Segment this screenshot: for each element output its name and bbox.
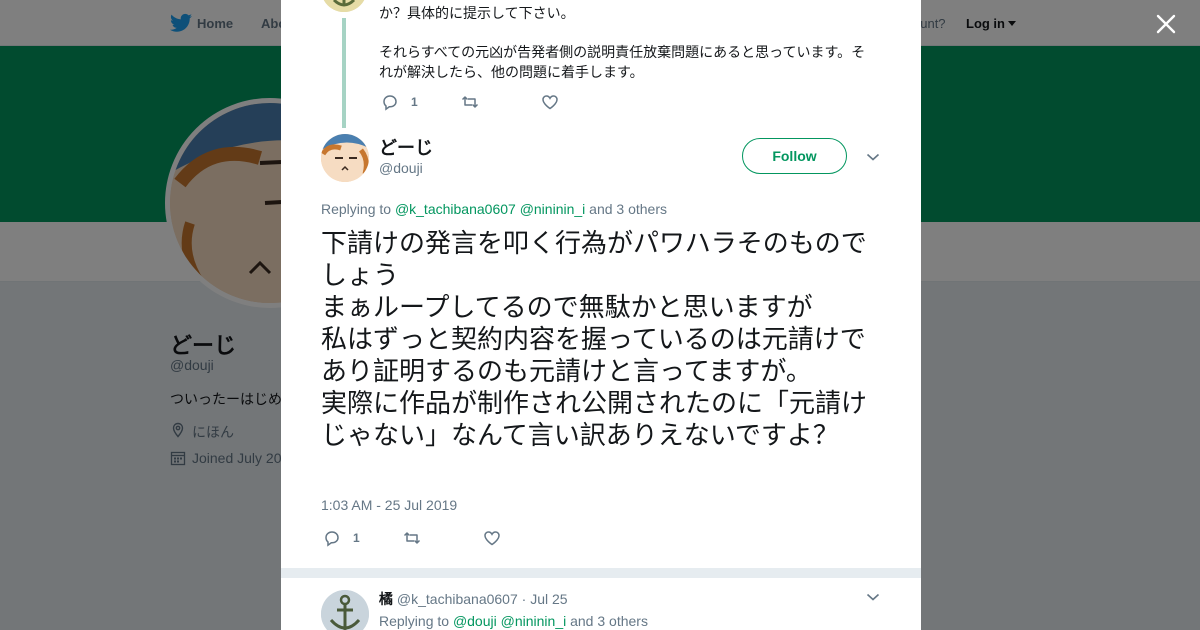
- follow-button[interactable]: Follow: [742, 138, 847, 174]
- retweet-icon: [403, 532, 421, 544]
- replies-divider: [281, 568, 921, 578]
- previous-tweet-text-line1: か？具体的に提示して下さい。: [379, 6, 575, 22]
- like-icon: [484, 531, 500, 546]
- mention-link[interactable]: @k_tachibana0607: [395, 201, 516, 217]
- retweet-button[interactable]: [403, 528, 421, 548]
- reply-tweet-display-name[interactable]: 橘: [379, 592, 393, 608]
- previous-tweet-avatar[interactable]: [321, 0, 367, 12]
- like-button[interactable]: [541, 92, 559, 112]
- like-icon: [542, 95, 558, 110]
- chevron-down-icon[interactable]: [866, 592, 880, 602]
- reply-button[interactable]: 1: [381, 92, 418, 112]
- mention-link[interactable]: @douji: [453, 613, 497, 629]
- reply-icon: [383, 95, 397, 111]
- main-tweet-handle[interactable]: @douji: [379, 160, 423, 176]
- like-button[interactable]: [483, 528, 501, 548]
- main-tweet-avatar[interactable]: [321, 134, 369, 182]
- retweet-button[interactable]: [461, 92, 479, 112]
- previous-tweet-actions: 1: [381, 92, 681, 112]
- reply-tweet-replying-to: Replying to @douji @nininin_i and 3 othe…: [379, 613, 648, 629]
- close-icon[interactable]: [1154, 12, 1178, 36]
- reply-tweet-handle[interactable]: @k_tachibana0607: [397, 591, 518, 607]
- previous-tweet-text-line2: それらすべての元凶が告発者側の説明責任放棄問題にあると思っています。それが解決し…: [379, 45, 866, 81]
- main-tweet-timestamp[interactable]: 1:03 AM - 25 Jul 2019: [321, 497, 457, 513]
- tweet-permalink-modal: か？具体的に提示して下さい。 それらすべての元凶が告発者側の説明責任放棄問題にあ…: [281, 0, 921, 630]
- reply-count: 1: [411, 95, 418, 109]
- main-tweet-text: 下請けの発言を叩く行為がパワハラそのものでしょう まぁループしてるので無駄かと思…: [321, 229, 868, 451]
- mention-link[interactable]: @nininin_i: [501, 613, 567, 629]
- reply-tweet-avatar[interactable]: [321, 590, 369, 630]
- reply-tweet-date[interactable]: Jul 25: [530, 591, 567, 607]
- mention-link[interactable]: @nininin_i: [520, 201, 586, 217]
- reply-icon: [325, 531, 339, 547]
- retweet-icon: [461, 96, 479, 108]
- reply-button[interactable]: 1: [323, 528, 360, 548]
- conversation-thread-line: [342, 18, 346, 128]
- main-tweet-actions: 1: [323, 528, 623, 548]
- main-tweet-display-name[interactable]: どーじ: [379, 134, 433, 160]
- chevron-down-icon[interactable]: [866, 152, 880, 162]
- reply-count: 1: [353, 531, 360, 545]
- reply-tweet-header: 橘 @k_tachibana0607 · Jul 25: [379, 591, 568, 608]
- main-tweet-replying-to: Replying to @k_tachibana0607 @nininin_i …: [321, 201, 668, 217]
